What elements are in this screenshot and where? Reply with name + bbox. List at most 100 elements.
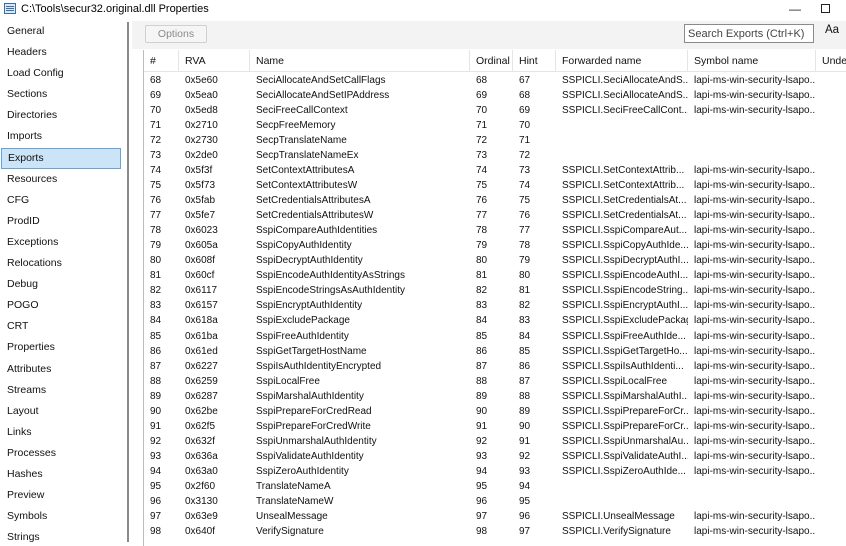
table-row[interactable]: 68 0x5e60 SeciAllocateAndSetCallFlags 68 67 S… [144,73,846,88]
column-header-undecorated[interactable]: Unde [816,50,846,72]
sidebar-item-prodid[interactable]: ProdID [0,211,128,232]
table-row[interactable]: 83 0x6157 SspiEncryptAuthIdentity 83 82 SSPIC… [144,298,846,313]
cell-rva: 0x5ed8 [185,105,218,117]
sidebar-item-symbols[interactable]: Symbols [0,506,128,527]
column-header-forwarded-name[interactable]: Forwarded name [556,50,688,72]
sidebar-scrollbar[interactable] [127,22,129,542]
cell-index: 89 [150,390,162,402]
table-row[interactable]: 78 0x6023 SspiCompareAuthIdentities 78 77 SSP… [144,223,846,238]
cell-ordinal: 89 [476,390,488,402]
table-row[interactable]: 81 0x60cf SspiEncodeAuthIdentityAsStrings 8… [144,268,846,283]
table-row[interactable]: 80 0x608f SspiDecryptAuthIdentity 80 79 SSPIC… [144,253,846,268]
sidebar-item-processes[interactable]: Processes [0,443,128,464]
table-row[interactable]: 74 0x5f3f SetContextAttributesA 74 73 SSPICLI… [144,163,846,178]
table-row[interactable]: 77 0x5fe7 SetCredentialsAttributesW 77 76 SSP… [144,208,846,223]
cell-index: 88 [150,375,162,387]
table-row[interactable]: 79 0x605a SspiCopyAuthIdentity 79 78 SSPICLI.… [144,238,846,253]
cell-ordinal: 83 [476,300,488,312]
cell-index: 93 [150,450,162,462]
cell-hint: 97 [519,525,531,537]
sidebar-item-general[interactable]: General [0,21,128,42]
cell-index: 73 [150,150,162,162]
table-row[interactable]: 82 0x6117 SspiEncodeStringsAsAuthIdentity 8… [144,283,846,298]
table-row[interactable]: 90 0x62be SspiPrepareForCredRead 90 89 SSPICL… [144,404,846,419]
sidebar-item-exports[interactable]: Exports [1,147,121,169]
cell-rva: 0x5fab [185,195,216,207]
sidebar-item-preview[interactable]: Preview [0,485,128,506]
sidebar-item-attributes[interactable]: Attributes [0,359,128,380]
minimize-button[interactable]: — [780,0,810,17]
sidebar-item-strings[interactable]: Strings [0,527,128,546]
cell-name: SspiPrepareForCredRead [256,405,372,417]
table-row[interactable]: 97 0x63e9 UnsealMessage 97 96 SSPICLI.UnsealM… [144,509,846,524]
table-row[interactable]: 76 0x5fab SetCredentialsAttributesA 76 75 SSP… [144,193,846,208]
sidebar-item-load-config[interactable]: Load Config [0,63,128,84]
cell-symbol-name: lapi-ms-win-security-lsapo... [694,285,816,297]
table-row[interactable]: 71 0x2710 SecpFreeMemory 71 70 [144,118,846,133]
table-row[interactable]: 94 0x63a0 SspiZeroAuthIdentity 94 93 SSPICLI.… [144,464,846,479]
cell-symbol-name: lapi-ms-win-security-lsapo... [694,405,816,417]
sidebar-item-cfg[interactable]: CFG [0,190,128,211]
cell-ordinal: 85 [476,330,488,342]
sidebar-item-layout[interactable]: Layout [0,401,128,422]
table-row[interactable]: 87 0x6227 SspiIsAuthIdentityEncrypted 87 86 S… [144,359,846,374]
maximize-button[interactable] [810,0,840,17]
cell-hint: 91 [519,435,531,447]
column-header-symbol-name[interactable]: Symbol name [688,50,816,72]
sidebar-item-crt[interactable]: CRT [0,316,128,337]
cell-ordinal: 81 [476,270,488,282]
cell-name: SspiLocalFree [256,375,320,387]
cell-hint: 93 [519,465,531,477]
table-row[interactable]: 92 0x632f SspiUnmarshalAuthIdentity 92 91 SSP… [144,434,846,449]
match-case-button[interactable]: Aa [825,24,839,36]
table-row[interactable]: 88 0x6259 SspiLocalFree 88 87 SSPICLI.SspiLoc… [144,374,846,389]
cell-forwarded-name: SSPICLI.SeciAllocateAndS... [562,90,688,102]
cell-forwarded-name: SSPICLI.SspiExcludePackage [562,315,688,327]
table-row[interactable]: 72 0x2730 SecpTranslateName 72 71 [144,133,846,148]
table-row[interactable]: 75 0x5f73 SetContextAttributesW 75 74 SSPICLI… [144,178,846,193]
sidebar-item-exceptions[interactable]: Exceptions [0,232,128,253]
cell-rva: 0x63e9 [185,510,218,522]
table-row[interactable]: 98 0x640f VerifySignature 98 97 SSPICLI.Verif… [144,524,846,539]
sidebar-item-resources[interactable]: Resources [0,169,128,190]
sidebar-item-links[interactable]: Links [0,422,128,443]
column-header-rva[interactable]: RVA [179,50,250,72]
cell-forwarded-name: SSPICLI.SspiDecryptAuthI... [562,255,688,267]
column-header-hint[interactable]: Hint [513,50,556,72]
sidebar-item-imports[interactable]: Imports [0,126,128,147]
sidebar-item-debug[interactable]: Debug [0,274,128,295]
cell-name: SspiIsAuthIdentityEncrypted [256,360,382,372]
table-row[interactable]: 70 0x5ed8 SeciFreeCallContext 70 69 SSPICLI.S… [144,103,846,118]
cell-forwarded-name: SSPICLI.SspiEncryptAuthI... [562,300,688,312]
sidebar-item-hashes[interactable]: Hashes [0,464,128,485]
cell-symbol-name: lapi-ms-win-security-lsapo... [694,375,816,387]
cell-rva: 0x636a [185,450,218,462]
cell-index: 78 [150,225,162,237]
sidebar-item-relocations[interactable]: Relocations [0,253,128,274]
sidebar-item-sections[interactable]: Sections [0,84,128,105]
sidebar-item-directories[interactable]: Directories [0,105,128,126]
column-header-name[interactable]: Name [250,50,470,72]
cell-forwarded-name: SSPICLI.UnsealMessage [562,510,675,522]
cell-rva: 0x5f3f [185,165,213,177]
table-row[interactable]: 89 0x6287 SspiMarshalAuthIdentity 89 88 SSPIC… [144,389,846,404]
table-row[interactable]: 91 0x62f5 SspiPrepareForCredWrite 91 90 SSPIC… [144,419,846,434]
sidebar-item-streams[interactable]: Streams [0,380,128,401]
table-row[interactable]: 86 0x61ed SspiGetTargetHostName 86 85 SSPICLI… [144,344,846,359]
table-row[interactable]: 93 0x636a SspiValidateAuthIdentity 93 92 SSPI… [144,449,846,464]
table-row[interactable]: 84 0x618a SspiExcludePackage 84 83 SSPICLI.Ss… [144,313,846,328]
cell-forwarded-name [556,133,688,148]
table-row[interactable]: 95 0x2f60 TranslateNameA 95 94 [144,479,846,494]
table-row[interactable]: 96 0x3130 TranslateNameW 96 95 [144,494,846,509]
options-button[interactable]: Options [145,25,207,43]
sidebar-item-headers[interactable]: Headers [0,42,128,63]
sidebar-item-properties[interactable]: Properties [0,337,128,358]
sidebar-item-pogo[interactable]: POGO [0,295,128,316]
cell-index: 71 [150,120,162,132]
column-header-ordinal[interactable]: Ordinal [470,50,513,72]
search-exports-input[interactable] [684,24,814,43]
table-row[interactable]: 69 0x5ea0 SeciAllocateAndSetIPAddress 69 68 S… [144,88,846,103]
table-row[interactable]: 73 0x2de0 SecpTranslateNameEx 73 72 [144,148,846,163]
cell-index: 95 [150,480,162,492]
table-row[interactable]: 85 0x61ba SspiFreeAuthIdentity 85 84 SSPICLI.… [144,329,846,344]
